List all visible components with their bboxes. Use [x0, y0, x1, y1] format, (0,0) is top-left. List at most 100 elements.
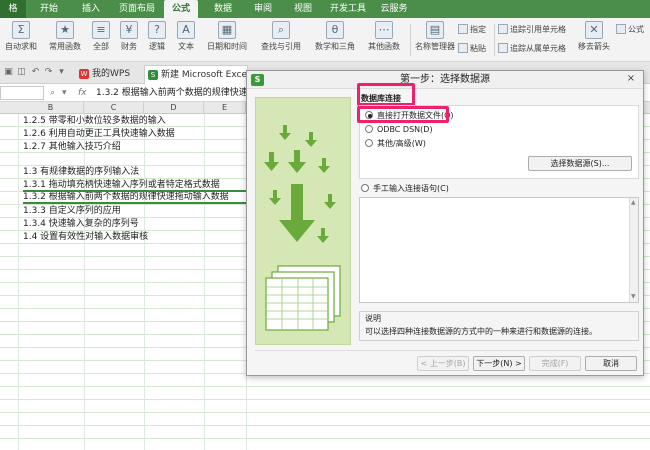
tab-data[interactable]: 数据 [208, 0, 238, 18]
paste-icon [458, 43, 468, 53]
formula-icon [616, 24, 626, 34]
other-functions-button[interactable]: ⋯ 其他函数 [362, 21, 406, 59]
cell[interactable]: 1.3.4 快速输入复杂的序列号 [23, 218, 247, 230]
formula-button[interactable]: 公式 [616, 23, 644, 37]
cancel-button[interactable]: 取消 [585, 356, 637, 371]
name-tag-icon: ▤ [426, 21, 444, 39]
radio-unselected-icon [361, 184, 369, 192]
trace-arrow-icon [498, 43, 508, 53]
tab-excel-document[interactable]: S 新建 Microsoft Excel 工作表 [144, 65, 248, 84]
active-cell[interactable]: 1.3.2 根据输入前两个数据的规律快速拖动输入数据 [23, 190, 247, 204]
tab-home[interactable]: 开始 [34, 0, 64, 18]
magnifier-icon: ⌕ [272, 21, 290, 39]
undo-icon[interactable]: ↶ [30, 67, 41, 78]
fx-icon[interactable]: fx [78, 86, 87, 100]
scrollbar[interactable]: ▲ ▼ [629, 198, 638, 302]
cell[interactable]: 1.3.3 自定义序列的应用 [23, 205, 247, 217]
column-header[interactable]: B [18, 102, 84, 114]
scroll-down-icon[interactable]: ▼ [631, 294, 637, 300]
radio-unselected-icon [365, 139, 373, 147]
prev-step-button[interactable]: < 上一步(B) [417, 356, 469, 371]
trace-arrow-icon [498, 24, 508, 34]
scroll-up-icon[interactable]: ▲ [631, 200, 637, 206]
datetime-functions-button[interactable]: ▦ 日期和时间 [202, 21, 252, 59]
redo-icon[interactable]: ↷ [43, 67, 54, 78]
sigma-icon: Σ [12, 21, 30, 39]
trace-dependents-button[interactable]: 追踪从属单元格 [498, 42, 566, 56]
trace-precedents-button[interactable]: 追踪引用单元格 [498, 23, 566, 37]
column-header[interactable]: D [144, 102, 204, 114]
logic-functions-button[interactable]: ? 逻辑 [144, 21, 170, 59]
remove-arrows-icon: ✕ [585, 21, 603, 39]
highlight-box [357, 83, 415, 106]
tab-review[interactable]: 审阅 [248, 0, 278, 18]
dialog-title-bar[interactable]: 第一步：选择数据源 S × [247, 71, 643, 89]
row-gridline [0, 412, 650, 413]
highlight-box [357, 106, 449, 123]
formula-input[interactable]: 1.3.2 根据输入前两个数据的规律快速拖动输入数据 [96, 86, 248, 100]
tab-view[interactable]: 视图 [288, 0, 318, 18]
function-list-icon: ≡ [92, 21, 110, 39]
cell[interactable]: 1.2.6 利用自动更正工具快速输入数据 [23, 128, 247, 140]
logic-icon: ? [148, 21, 166, 39]
finance-icon: ¥ [120, 21, 138, 39]
description-text: 可以选择四种连接数据源的方式中的一种来进行和数据源的连接。 [365, 327, 597, 336]
finance-functions-button[interactable]: ¥ 财务 [116, 21, 142, 59]
tab-developer[interactable]: 开发工具 [326, 0, 370, 18]
cell[interactable]: 1.2.5 带零和小数位较多数据的输入 [23, 115, 247, 127]
close-icon[interactable]: × [625, 73, 637, 85]
data-source-dialog: 第一步：选择数据源 S × 数据库连接 直接打开数据文件(O) ODBC DSN… [246, 70, 644, 376]
ribbon-toolbar: Σ 自动求和 ★ 常用函数 ≡ 全部 ¥ 财务 ? 逻辑 A 文本 ▦ 日期和时… [0, 18, 650, 62]
tab-insert[interactable]: 插入 [76, 0, 106, 18]
text-icon: A [177, 21, 195, 39]
radio-unselected-icon [365, 125, 373, 133]
finish-button[interactable]: 完成(F) [529, 356, 581, 371]
lookup-functions-button[interactable]: ⌕ 查找与引用 [256, 21, 306, 59]
ribbon-tab-bar: 格 开始 插入 页面布局 公式 数据 审阅 视图 开发工具 云服务 [0, 0, 650, 18]
next-step-button[interactable]: 下一步(N) > [473, 356, 525, 371]
chevron-down-icon[interactable]: ▾ [56, 67, 67, 78]
dialog-illustration [255, 97, 351, 345]
row-gridline [0, 438, 650, 439]
math-functions-button[interactable]: θ 数学和三角 [310, 21, 360, 59]
dialog-title: 第一步：选择数据源 [400, 74, 490, 85]
cell[interactable]: 1.4 设置有效性对输入数据审核 [23, 231, 247, 243]
app-menu-button[interactable]: 格 [0, 0, 26, 18]
theta-icon: θ [326, 21, 344, 39]
cell[interactable]: 1.2.7 其他输入技巧介绍 [23, 141, 247, 153]
radio-other-advanced[interactable]: 其他/高级(W) [365, 138, 426, 150]
define-icon [458, 24, 468, 34]
more-functions-icon: ⋯ [375, 21, 393, 39]
description-box: 说明 可以选择四种连接数据源的方式中的一种来进行和数据源的连接。 [359, 311, 639, 341]
autosum-button[interactable]: Σ 自动求和 [2, 21, 40, 59]
tab-page-layout[interactable]: 页面布局 [114, 0, 160, 18]
remove-arrows-button[interactable]: ✕ 移去箭头 [574, 21, 614, 59]
name-manager-button[interactable]: ▤ 名称管理器 [414, 21, 456, 59]
wps-spreadsheet-icon: S [251, 74, 264, 86]
tab-formulas[interactable]: 公式 [164, 0, 198, 18]
text-functions-button[interactable]: A 文本 [172, 21, 200, 59]
connection-string-textarea[interactable]: ▲ ▼ [359, 197, 639, 303]
cell[interactable] [23, 154, 247, 166]
dialog-divider [255, 350, 639, 351]
print-icon[interactable]: ▣ [3, 67, 14, 78]
radio-manual-connection[interactable]: 手工输入连接语句(C) [361, 183, 449, 195]
radio-odbc-dsn[interactable]: ODBC DSN(D) [365, 124, 433, 136]
tab-cloud[interactable]: 云服务 [374, 0, 414, 18]
select-data-source-button[interactable]: 选择数据源(S)... [528, 156, 632, 171]
preview-icon[interactable]: ◫ [16, 67, 27, 78]
define-name-button[interactable]: 指定 [458, 23, 486, 37]
row-gridline [0, 425, 650, 426]
all-functions-button[interactable]: ≡ 全部 [88, 21, 114, 59]
description-title: 说明 [365, 314, 381, 323]
common-functions-button[interactable]: ★ 常用函数 [44, 21, 86, 59]
zoom-icon[interactable]: ⌕ [50, 86, 55, 100]
name-box[interactable] [0, 86, 44, 100]
cell[interactable]: 1.3 有规律数据的序列输入法 [23, 166, 247, 178]
column-header[interactable]: E [204, 102, 246, 114]
chevron-down-icon[interactable]: ▾ [62, 86, 67, 100]
row-gridline [0, 386, 650, 387]
tab-my-wps[interactable]: W 我的WPS [76, 65, 142, 84]
column-header[interactable]: C [84, 102, 144, 114]
paste-name-button[interactable]: 粘贴 [458, 42, 486, 56]
